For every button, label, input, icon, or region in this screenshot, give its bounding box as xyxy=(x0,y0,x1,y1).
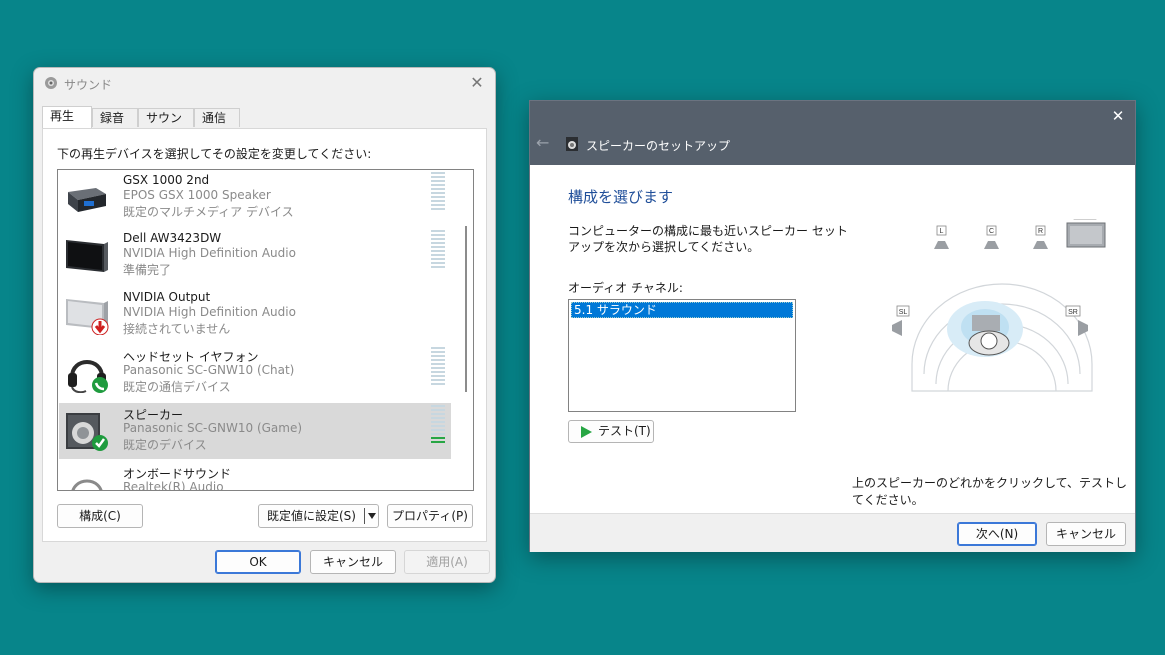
set-default-divider xyxy=(364,508,365,524)
setup-title: スピーカーのセットアップ xyxy=(586,139,731,153)
device-driver: Realtek(R) Audio xyxy=(123,480,224,491)
device-item-dell-aw3423dw[interactable]: Dell AW3423DW NVIDIA High Definition Aud… xyxy=(59,228,451,284)
test-button-label: テスト(T) xyxy=(598,424,651,438)
test-button[interactable]: テスト(T) xyxy=(568,420,654,443)
playback-panel: 下の再生デバイスを選択してその設定を変更してください: GSX 1000 2nd… xyxy=(42,128,487,542)
channel-option-5-1[interactable]: 5.1 サラウンド xyxy=(571,302,793,318)
device-driver: NVIDIA High Definition Audio xyxy=(123,305,296,319)
setup-cancel-button[interactable]: キャンセル xyxy=(1046,522,1126,546)
headphones-icon xyxy=(71,479,103,490)
monitor-disconnected-icon xyxy=(66,299,109,335)
device-status: 既定の通信デバイス xyxy=(123,380,231,394)
play-icon xyxy=(581,426,592,438)
device-item-gsx1000[interactable]: GSX 1000 2nd EPOS GSX 1000 Speaker 既定のマル… xyxy=(59,170,451,226)
speaker-setup-dialog: ← スピーカーのセットアップ ✕ 構成を選びます コンピューターの構成に最も近い… xyxy=(529,100,1136,552)
set-default-button[interactable]: 既定値に設定(S) xyxy=(258,504,379,528)
tab-playback[interactable]: 再生 xyxy=(42,106,92,128)
label-l: L xyxy=(940,228,944,235)
volume-meter xyxy=(431,172,445,224)
page-heading: 構成を選びます xyxy=(568,188,674,206)
speaker-small-icon xyxy=(566,137,578,151)
properties-button[interactable]: プロパティ(P) xyxy=(387,504,473,528)
sound-dialog-title: サウンド xyxy=(64,78,113,92)
cancel-button[interactable]: キャンセル xyxy=(310,550,396,574)
channels-list[interactable]: 5.1 サラウンド xyxy=(568,299,796,412)
speaker-layout-diagram: L C R サブ SL SR xyxy=(892,219,1106,392)
device-name: GSX 1000 2nd xyxy=(123,173,210,187)
device-item-speaker[interactable]: スピーカー Panasonic SC-GNW10 (Game) 既定のデバイス xyxy=(59,403,451,459)
set-default-label: 既定値に設定(S) xyxy=(267,509,356,523)
speaker-icon xyxy=(66,413,108,451)
tab-sounds[interactable]: サウンド xyxy=(138,108,194,144)
speaker-subwoofer[interactable] xyxy=(1066,219,1106,248)
device-driver: Panasonic SC-GNW10 (Chat) xyxy=(123,363,295,377)
device-status: 既定のマルチメディア デバイス xyxy=(123,205,294,219)
label-sl: SL xyxy=(899,309,908,316)
close-icon[interactable]: ✕ xyxy=(467,73,487,93)
device-list[interactable]: GSX 1000 2nd EPOS GSX 1000 Speaker 既定のマル… xyxy=(57,169,474,491)
apply-button[interactable]: 適用(A) xyxy=(404,550,490,574)
description-text: コンピューターの構成に最も近いスピーカー セットアップを次から選択してください。 xyxy=(568,224,848,254)
close-icon[interactable]: ✕ xyxy=(1109,107,1127,125)
setup-header[interactable]: ← スピーカーのセットアップ ✕ xyxy=(530,101,1135,165)
sound-app-icon xyxy=(45,77,57,89)
next-button[interactable]: 次へ(N) xyxy=(957,522,1037,546)
usb-dac-icon xyxy=(68,188,106,212)
label-c: C xyxy=(989,228,994,235)
monitor-icon xyxy=(66,240,108,272)
device-name: NVIDIA Output xyxy=(123,290,211,304)
ok-button[interactable]: OK xyxy=(215,550,301,574)
instruction-text: 下の再生デバイスを選択してその設定を変更してください: xyxy=(57,147,372,161)
back-arrow-icon[interactable]: ← xyxy=(536,135,554,151)
device-item-onboard-sound[interactable]: オンボードサウンド Realtek(R) Audio xyxy=(59,462,451,491)
volume-meter xyxy=(431,230,445,282)
headset-icon xyxy=(68,360,108,393)
device-status: 接続されていません xyxy=(123,322,231,336)
device-item-nvidia-output[interactable]: NVIDIA Output NVIDIA High Definition Aud… xyxy=(59,287,451,343)
chevron-down-icon[interactable] xyxy=(368,513,376,519)
device-driver: NVIDIA High Definition Audio xyxy=(123,246,296,260)
tab-recording[interactable]: 録音 xyxy=(92,108,138,127)
channels-label: オーディオ チャネル: xyxy=(568,281,683,295)
sound-title-bar[interactable]: サウンド ✕ xyxy=(34,68,495,100)
tab-communications[interactable]: 通信 xyxy=(194,108,240,127)
device-name: Dell AW3423DW xyxy=(123,231,222,245)
configure-button[interactable]: 構成(C) xyxy=(57,504,143,528)
volume-meter xyxy=(431,405,445,457)
label-r: R xyxy=(1038,228,1043,235)
device-driver: Panasonic SC-GNW10 (Game) xyxy=(123,421,303,435)
sound-dialog: サウンド ✕ 再生 録音 サウンド 通信 下の再生デバイスを選択してその設定を変… xyxy=(33,67,496,583)
hint-text: 上のスピーカーのどれかをクリックして、テストしてください。 xyxy=(852,476,1128,507)
device-item-headset[interactable]: ヘッドセット イヤフォン Panasonic SC-GNW10 (Chat) 既… xyxy=(59,345,451,401)
device-driver: EPOS GSX 1000 Speaker xyxy=(123,188,271,202)
device-list-scrollbar[interactable] xyxy=(465,226,467,392)
setup-footer: 次へ(N) キャンセル xyxy=(530,513,1135,552)
device-status: 既定のデバイス xyxy=(123,438,207,452)
device-status: 準備完了 xyxy=(123,263,172,277)
volume-meter xyxy=(431,347,445,399)
label-sr: SR xyxy=(1068,309,1078,316)
